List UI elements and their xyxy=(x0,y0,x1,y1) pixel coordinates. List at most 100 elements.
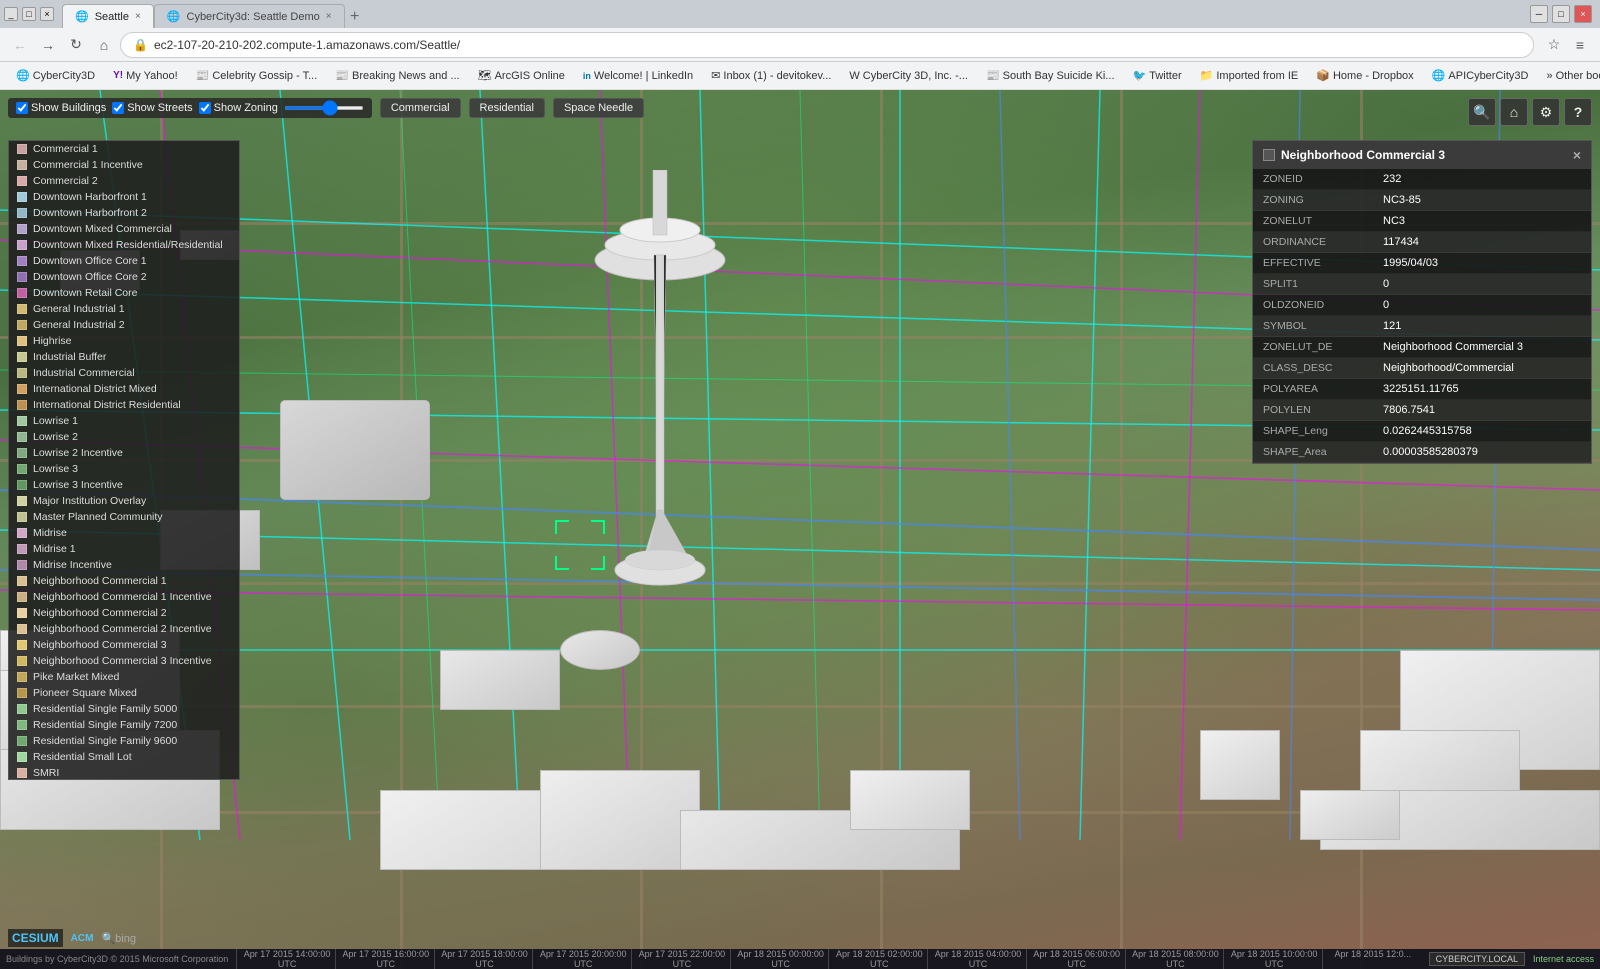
legend-item[interactable]: Downtown Retail Core xyxy=(9,285,239,301)
browser-maximize[interactable]: □ xyxy=(1552,5,1570,23)
menu-btn[interactable]: ≡ xyxy=(1568,33,1592,57)
help-map-icon[interactable]: ? xyxy=(1564,98,1592,126)
legend-item[interactable]: General Industrial 1 xyxy=(9,301,239,317)
forward-button[interactable]: → xyxy=(36,33,60,57)
properties-close-btn[interactable]: × xyxy=(1573,147,1581,163)
legend-item[interactable]: Lowrise 2 xyxy=(9,429,239,445)
legend-item[interactable]: International District Mixed xyxy=(9,381,239,397)
legend-color-swatch xyxy=(17,352,27,362)
bookmark-linkedin[interactable]: in Welcome! | LinkedIn xyxy=(575,65,701,87)
legend-item[interactable]: Highrise xyxy=(9,333,239,349)
legend-item[interactable]: Downtown Office Core 2 xyxy=(9,269,239,285)
legend-item-label: Downtown Mixed Commercial xyxy=(33,223,172,235)
legend-item[interactable]: Commercial 1 Incentive xyxy=(9,157,239,173)
back-button[interactable]: ← xyxy=(8,33,32,57)
legend-item[interactable]: Neighborhood Commercial 3 xyxy=(9,637,239,653)
bookmark-south-bay[interactable]: 📰 South Bay Suicide Ki... xyxy=(978,65,1123,87)
residential-button[interactable]: Residential xyxy=(469,98,545,118)
legend-color-swatch xyxy=(17,704,27,714)
legend-item[interactable]: Residential Single Family 7200 xyxy=(9,717,239,733)
tab-close-btn[interactable]: × xyxy=(135,11,141,22)
bookmark-api-cybercity[interactable]: 🌐 APICyberCity3D xyxy=(1424,65,1537,87)
legend-item[interactable]: Neighborhood Commercial 3 Incentive xyxy=(9,653,239,669)
legend-item[interactable]: Downtown Harborfront 2 xyxy=(9,205,239,221)
legend-item[interactable]: Pioneer Square Mixed xyxy=(9,685,239,701)
legend-item[interactable]: Industrial Commercial xyxy=(9,365,239,381)
tab-close-btn[interactable]: × xyxy=(326,11,332,22)
legend-item[interactable]: SMRI xyxy=(9,765,239,780)
bookmark-btn[interactable]: ☆ xyxy=(1542,33,1566,57)
legend-item[interactable]: Midrise Incentive xyxy=(9,557,239,573)
property-value: 121 xyxy=(1373,316,1591,337)
tab-seattle[interactable]: 🌐 Seattle × xyxy=(62,4,154,28)
bookmark-arcgis[interactable]: 🗺 ArcGIS Online xyxy=(470,65,573,87)
legend-item[interactable]: Neighborhood Commercial 2 xyxy=(9,605,239,621)
legend-item[interactable]: General Industrial 2 xyxy=(9,317,239,333)
time-tick: Apr 17 2015 20:00:00 UTC xyxy=(532,949,631,969)
legend-item[interactable]: Downtown Harborfront 1 xyxy=(9,189,239,205)
properties-panel: Neighborhood Commercial 3 × ZONEID232ZON… xyxy=(1252,140,1592,464)
legend-item[interactable]: Downtown Mixed Commercial xyxy=(9,221,239,237)
space-needle-button[interactable]: Space Needle xyxy=(553,98,644,118)
legend-items-container: Commercial 1Commercial 1 IncentiveCommer… xyxy=(9,141,239,780)
bookmark-icon: Y! xyxy=(113,70,123,81)
legend-item-label: Lowrise 3 xyxy=(33,463,78,475)
zoning-check[interactable] xyxy=(199,102,211,114)
legend-item[interactable]: Lowrise 3 xyxy=(9,461,239,477)
legend-item[interactable]: Master Planned Community xyxy=(9,509,239,525)
crosshair-br xyxy=(591,556,605,570)
bookmark-dropbox[interactable]: 📦 Home - Dropbox xyxy=(1308,65,1421,87)
show-streets-checkbox[interactable]: Show Streets xyxy=(112,102,192,114)
search-map-icon[interactable]: 🔍 xyxy=(1468,98,1496,126)
legend-item[interactable]: Downtown Office Core 1 xyxy=(9,253,239,269)
bookmark-celebrity[interactable]: 📰 Celebrity Gossip - T... xyxy=(188,65,326,87)
legend-item[interactable]: International District Residential xyxy=(9,397,239,413)
time-tick: Apr 17 2015 14:00:00 UTC xyxy=(236,949,335,969)
legend-item[interactable]: Midrise xyxy=(9,525,239,541)
minimize-btn[interactable]: _ xyxy=(4,7,18,21)
streets-check[interactable] xyxy=(112,102,124,114)
settings-map-icon[interactable]: ⚙ xyxy=(1532,98,1560,126)
new-tab-btn[interactable]: + xyxy=(345,6,365,28)
legend-item[interactable]: Major Institution Overlay xyxy=(9,493,239,509)
bookmark-cybercity-inc[interactable]: W CyberCity 3D, Inc. -... xyxy=(841,65,976,87)
bookmark-other[interactable]: » Other bookmarks xyxy=(1538,65,1600,87)
legend-item[interactable]: Lowrise 3 Incentive xyxy=(9,477,239,493)
legend-item[interactable]: Neighborhood Commercial 1 Incentive xyxy=(9,589,239,605)
maximize-btn[interactable]: □ xyxy=(22,7,36,21)
address-bar[interactable]: 🔒 ec2-107-20-210-202.compute-1.amazonaws… xyxy=(120,32,1534,58)
legend-item[interactable]: Commercial 1 xyxy=(9,141,239,157)
show-zoning-checkbox[interactable]: Show Zoning xyxy=(199,102,278,114)
close-btn[interactable]: × xyxy=(40,7,54,21)
legend-item[interactable]: Neighborhood Commercial 2 Incentive xyxy=(9,621,239,637)
legend-item[interactable]: Residential Single Family 9600 xyxy=(9,733,239,749)
browser-minimize[interactable]: ─ xyxy=(1530,5,1548,23)
legend-item[interactable]: Residential Single Family 5000 xyxy=(9,701,239,717)
opacity-slider[interactable] xyxy=(284,106,364,110)
legend-item[interactable]: Commercial 2 xyxy=(9,173,239,189)
refresh-button[interactable]: ↻ xyxy=(64,33,88,57)
bookmark-breaking-news[interactable]: 📰 Breaking News and ... xyxy=(327,65,467,87)
legend-item[interactable]: Lowrise 2 Incentive xyxy=(9,445,239,461)
bookmark-myyahoo[interactable]: Y! My Yahoo! xyxy=(105,65,186,87)
legend-color-swatch xyxy=(17,544,27,554)
home-button[interactable]: ⌂ xyxy=(92,33,116,57)
browser-close[interactable]: × xyxy=(1574,5,1592,23)
home-map-icon[interactable]: ⌂ xyxy=(1500,98,1528,126)
title-bar: _ □ × 🌐 Seattle × 🌐 CyberCity3d: Seattle… xyxy=(0,0,1600,28)
legend-item[interactable]: Midrise 1 xyxy=(9,541,239,557)
tab-cybercity[interactable]: 🌐 CyberCity3d: Seattle Demo × xyxy=(154,4,345,28)
legend-item[interactable]: Downtown Mixed Residential/Residential xyxy=(9,237,239,253)
commercial-button[interactable]: Commercial xyxy=(380,98,461,118)
show-buildings-checkbox[interactable]: Show Buildings xyxy=(16,102,106,114)
legend-item[interactable]: Pike Market Mixed xyxy=(9,669,239,685)
bookmark-cybercity3d[interactable]: 🌐 CyberCity3D xyxy=(8,65,103,87)
legend-item[interactable]: Residential Small Lot xyxy=(9,749,239,765)
bookmark-imported-ie[interactable]: 📁 Imported from IE xyxy=(1192,65,1307,87)
buildings-check[interactable] xyxy=(16,102,28,114)
legend-item[interactable]: Lowrise 1 xyxy=(9,413,239,429)
bookmark-twitter[interactable]: 🐦 Twitter xyxy=(1125,65,1190,87)
legend-item[interactable]: Industrial Buffer xyxy=(9,349,239,365)
legend-item[interactable]: Neighborhood Commercial 1 xyxy=(9,573,239,589)
bookmark-inbox[interactable]: ✉ Inbox (1) - devitokev... xyxy=(703,65,839,87)
